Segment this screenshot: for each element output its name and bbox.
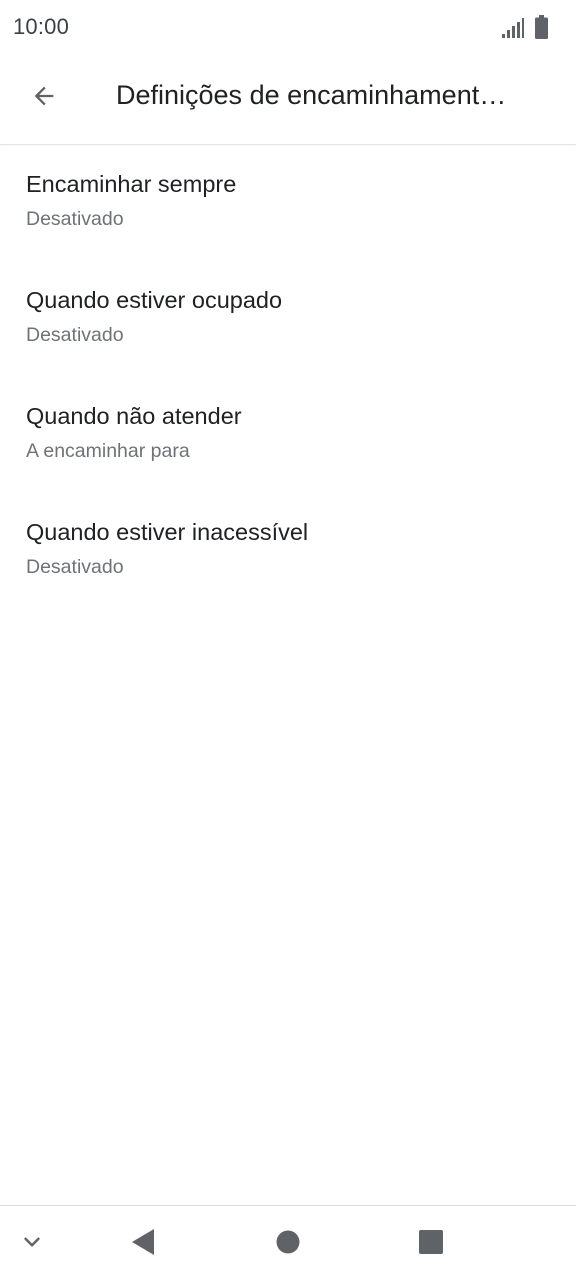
- status-icons: [501, 13, 548, 39]
- list-item-when-unreachable[interactable]: Quando estiver inacessível Desativado: [0, 493, 576, 609]
- nav-home-button[interactable]: [263, 1206, 313, 1282]
- signal-icon: [501, 17, 525, 39]
- nav-back-button[interactable]: [118, 1206, 168, 1282]
- triangle-back-icon: [130, 1228, 156, 1261]
- list-item-when-busy[interactable]: Quando estiver ocupado Desativado: [0, 261, 576, 377]
- screen: 10:00 Definições de encaminhament… Encam…: [0, 0, 576, 1282]
- list-item-title: Quando estiver ocupado: [26, 287, 283, 313]
- circle-home-icon: [275, 1229, 301, 1260]
- list-item-always-forward[interactable]: Encaminhar sempre Desativado: [0, 145, 576, 261]
- list-item-summary: A encaminhar para: [26, 440, 190, 462]
- collapse-button[interactable]: [8, 1206, 56, 1282]
- list-item-title: Encaminhar sempre: [26, 171, 237, 197]
- status-time: 10:00: [13, 14, 70, 39]
- list-item-summary: Desativado: [26, 324, 124, 346]
- list-item-when-unanswered[interactable]: Quando não atender A encaminhar para: [0, 377, 576, 493]
- list-item-summary: Desativado: [26, 208, 124, 230]
- list-item-title: Quando não atender: [26, 403, 242, 429]
- status-bar: 10:00: [0, 0, 576, 52]
- battery-icon: [535, 15, 548, 39]
- square-recents-icon: [418, 1229, 444, 1260]
- settings-list: Encaminhar sempre Desativado Quando esti…: [0, 145, 576, 609]
- list-item-title: Quando estiver inacessível: [26, 519, 309, 545]
- page-title: Definições de encaminhament…: [116, 80, 507, 110]
- list-item-summary: Desativado: [26, 556, 124, 578]
- arrow-left-icon: [30, 82, 58, 115]
- navigation-bar: [0, 1205, 576, 1282]
- back-button[interactable]: [18, 74, 70, 122]
- nav-recents-button[interactable]: [406, 1206, 456, 1282]
- chevron-down-icon: [19, 1229, 45, 1260]
- app-bar: Definições de encaminhament…: [0, 52, 576, 145]
